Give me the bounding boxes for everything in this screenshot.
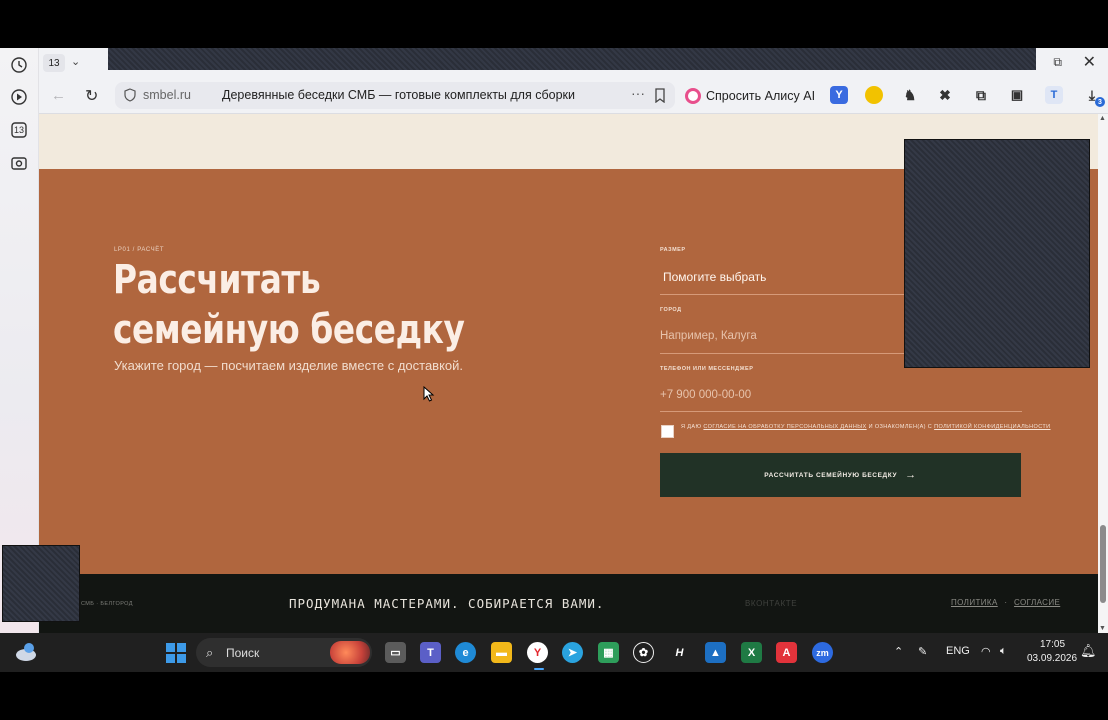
phone-label: Телефон или мессенджер [660, 366, 754, 372]
tabs-redacted-area [108, 48, 1036, 70]
omnibox[interactable]: smbel.ru Деревянные беседки СМБ — готовы… [115, 82, 675, 109]
yandex-extension-icon[interactable]: Y [830, 86, 848, 104]
size-label: Размер [660, 247, 686, 253]
redacted-overlay [904, 139, 1090, 368]
cross-extension-icon[interactable]: ✖ [936, 86, 954, 104]
footer-vk-link[interactable]: ВКОНТАКТЕ [745, 599, 797, 608]
clock-time[interactable]: 17:05 [1040, 639, 1065, 650]
redacted-webcam [2, 545, 80, 622]
sidepanel-tabs-count: 13 [13, 125, 24, 135]
screen: 13 13 ⌄ ⧉ ✕ ← ↻ smbel.ru Деревянные бесе… [0, 0, 1108, 720]
footer-consent-link[interactable]: СОГЛАСИЕ [1014, 598, 1060, 607]
alice-icon [685, 87, 701, 104]
city-label: Город [660, 307, 682, 313]
weather-icon[interactable] [14, 641, 38, 663]
windows-taskbar: ⌕ Поиск ▭ T e ▬ Y ➤ ▦ ✿ H ▲ X A zm ⌃ ✎ E… [0, 633, 1108, 672]
omnibox-page-title: Деревянные беседки СМБ — готовые комплек… [222, 88, 575, 102]
page-scrollbar[interactable]: ▲ ▼ [1098, 114, 1108, 633]
mascot-extension-icon[interactable]: ♞ [901, 86, 919, 104]
bookmark-icon[interactable] [653, 88, 667, 103]
footer-separator: · [1004, 598, 1008, 607]
scroll-down-icon[interactable]: ▼ [1099, 625, 1106, 632]
h-app-icon[interactable]: H [669, 642, 690, 663]
tray-chevron-up-icon[interactable]: ⌃ [894, 645, 903, 658]
downloads-icon[interactable]: ⤓ 3 [1083, 86, 1105, 107]
telegram-icon[interactable]: ➤ [562, 642, 583, 663]
chevron-down-icon[interactable]: ⌄ [71, 55, 80, 68]
volume-icon[interactable]: 🔈︎ [1000, 645, 1007, 658]
arrow-right-icon: → [905, 469, 917, 481]
submit-button-label: Рассчитать семейную беседку [764, 471, 898, 479]
language-indicator[interactable]: ENG [946, 645, 970, 657]
consent-text: Я даю согласие на обработку персональных… [681, 424, 1051, 430]
tab-strip: 13 ⌄ ⧉ ✕ [39, 48, 1108, 78]
active-app-indicator [534, 668, 544, 670]
footer-slogan: ПРОДУМАНА МАСТЕРАМИ. СОБИРАЕТСЯ ВАМИ. [289, 596, 605, 611]
collections-icon[interactable]: ▣ [1008, 86, 1026, 104]
reload-icon[interactable]: ↻ [85, 86, 98, 106]
play-icon[interactable] [8, 86, 30, 108]
tabs-counter-icon[interactable]: 13 [8, 119, 30, 141]
mouse-cursor-icon [423, 386, 435, 402]
ask-alice-label: Спросить Алису AI [706, 88, 816, 103]
screenshot-icon[interactable] [8, 152, 30, 174]
file-explorer-icon[interactable]: ▬ [491, 642, 512, 663]
consent-checkbox[interactable] [661, 425, 674, 438]
chatgpt-icon[interactable]: ✿ [633, 642, 654, 663]
coin-extension-icon[interactable] [865, 86, 883, 104]
teams-icon[interactable]: T [420, 642, 441, 663]
search-icon: ⌕ [206, 645, 214, 660]
restore-window-icon[interactable]: ⧉ [1053, 55, 1062, 70]
footer-policy-link[interactable]: ПОЛИТИКА [951, 598, 998, 607]
taskbar-search-label: Поиск [226, 646, 260, 660]
web-page: LP01 / РАСЧЁТ Рассчитать семейную беседк… [39, 114, 1098, 633]
more-icon[interactable]: ··· [631, 85, 645, 101]
taskbar-search[interactable]: ⌕ Поиск [196, 638, 372, 667]
phone-input[interactable]: +7 900 000-00-00 [660, 389, 751, 401]
size-select[interactable]: Помогите выбрать [663, 270, 766, 284]
acrobat-icon[interactable]: A [776, 642, 797, 663]
notifications-icon[interactable]: 🔔︎ [1080, 643, 1097, 659]
privacy-policy-link[interactable]: политикой конфиденциальности [934, 424, 1050, 430]
translate-extension-icon[interactable]: T [1045, 86, 1063, 104]
search-highlight-image [330, 641, 370, 664]
consent-data-link[interactable]: согласие на обработку персональных данны… [703, 424, 866, 430]
footer-location: СМБ · Белгород [81, 601, 133, 607]
history-icon[interactable] [8, 54, 30, 76]
omnibox-domain: smbel.ru [143, 88, 191, 102]
site-footer: СМБ · Белгород ПРОДУМАНА МАСТЕРАМИ. СОБИ… [39, 574, 1098, 633]
close-window-icon[interactable]: ✕ [1083, 52, 1096, 72]
address-bar-row: ← ↻ smbel.ru Деревянные беседки СМБ — го… [39, 78, 1108, 114]
page-title: Рассчитать семейную беседку [113, 257, 465, 353]
pen-icon[interactable]: ✎ [918, 645, 927, 658]
start-menu-icon[interactable] [166, 643, 186, 663]
task-view-icon[interactable]: ▭ [385, 642, 406, 663]
back-icon[interactable]: ← [51, 87, 67, 104]
footer-links: ПОЛИТИКА · СОГЛАСИЕ [951, 598, 1060, 607]
clock-date[interactable]: 03.09.2026 [1027, 653, 1077, 664]
photos-icon[interactable]: ▲ [705, 642, 726, 663]
breadcrumb: LP01 / РАСЧЁТ [114, 247, 165, 253]
consent-prefix: Я даю [681, 424, 702, 430]
city-input[interactable]: Например, Калуга [660, 330, 757, 342]
sheets-app-icon[interactable]: ▦ [598, 642, 619, 663]
wifi-icon[interactable]: ◠ [981, 645, 991, 658]
ask-alice-button[interactable]: Спросить Алису AI [681, 82, 823, 109]
scroll-up-icon[interactable]: ▲ [1099, 115, 1106, 122]
yandex-browser-icon[interactable]: Y [527, 642, 548, 663]
submit-button[interactable]: Рассчитать семейную беседку → [660, 453, 1021, 497]
zoom-icon[interactable]: zm [812, 642, 833, 663]
tab-count-button[interactable]: 13 [43, 54, 65, 72]
extensions-icon[interactable]: ⧉ [972, 86, 990, 104]
edge-icon[interactable]: e [455, 642, 476, 663]
phone-underline [660, 411, 1022, 412]
shield-icon [124, 88, 136, 102]
downloads-badge: 3 [1095, 97, 1105, 107]
scroll-thumb[interactable] [1100, 525, 1106, 603]
excel-icon[interactable]: X [741, 642, 762, 663]
page-subtitle: Укажите город — посчитаем изделие вместе… [114, 358, 464, 373]
consent-middle: и ознакомлен(а) с [868, 424, 933, 430]
